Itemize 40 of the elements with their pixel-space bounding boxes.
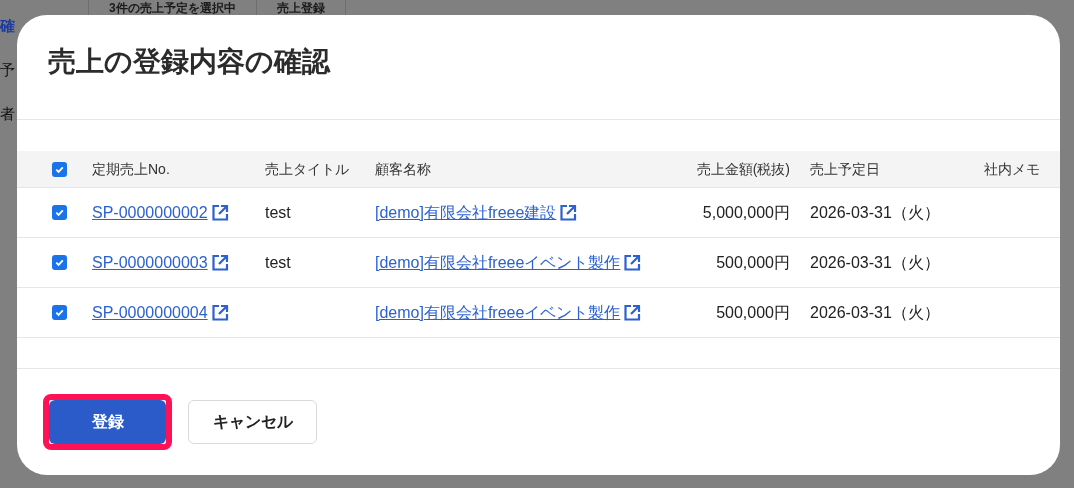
checkbox[interactable]	[52, 255, 67, 270]
table-cell: 2026-03-31（火）	[810, 303, 940, 321]
table-cell: 2026-03-31（火）	[810, 203, 940, 221]
external-link-icon[interactable]	[209, 252, 230, 273]
column-header: 売上タイトル	[265, 159, 350, 179]
check-icon	[54, 257, 65, 268]
column-header: 社内メモ	[983, 159, 1040, 179]
checkbox[interactable]	[52, 205, 67, 220]
checkbox[interactable]	[52, 161, 67, 177]
column-header: 顧客名称	[375, 159, 432, 179]
record-link[interactable]: SP-0000000003	[92, 250, 208, 275]
customer-link[interactable]: [demo]有限会社freee建設	[375, 200, 557, 225]
table-cell: test	[265, 253, 291, 271]
register-button[interactable]: 登録	[49, 400, 166, 444]
external-link-icon[interactable]	[209, 202, 230, 223]
table-cell: 2026-03-31（火）	[810, 253, 940, 271]
column-header: 売上金額(税抜)	[695, 159, 790, 179]
side-label: 者	[0, 104, 15, 124]
table-cell: 500,000円	[716, 253, 790, 271]
customer-link[interactable]: [demo]有限会社freeeイベント製作	[375, 250, 621, 275]
table-cell: test	[265, 203, 291, 221]
column-header: 定期売上No.	[92, 159, 171, 179]
external-link-icon[interactable]	[622, 302, 643, 323]
check-icon	[54, 207, 65, 218]
external-link-icon[interactable]	[622, 252, 643, 273]
record-link[interactable]: SP-0000000004	[92, 300, 208, 325]
record-link[interactable]: SP-0000000002	[92, 200, 208, 225]
dialog-title: 売上の登録内容の確認	[48, 45, 330, 79]
checkbox[interactable]	[52, 305, 67, 320]
table-cell: 500,000円	[716, 303, 790, 321]
header-label: 3件の売上予定を選択中	[109, 2, 236, 15]
check-icon	[54, 307, 65, 318]
side-label: 予	[0, 60, 15, 80]
cancel-button[interactable]: キャンセル	[188, 400, 317, 444]
column-header: 売上予定日	[809, 159, 881, 179]
external-link-icon[interactable]	[558, 202, 579, 223]
customer-link[interactable]: [demo]有限会社freeeイベント製作	[375, 300, 621, 325]
external-link-icon[interactable]	[209, 302, 230, 323]
table-cell: 5,000,000円	[702, 203, 790, 221]
header-label: 売上登録	[276, 2, 325, 15]
